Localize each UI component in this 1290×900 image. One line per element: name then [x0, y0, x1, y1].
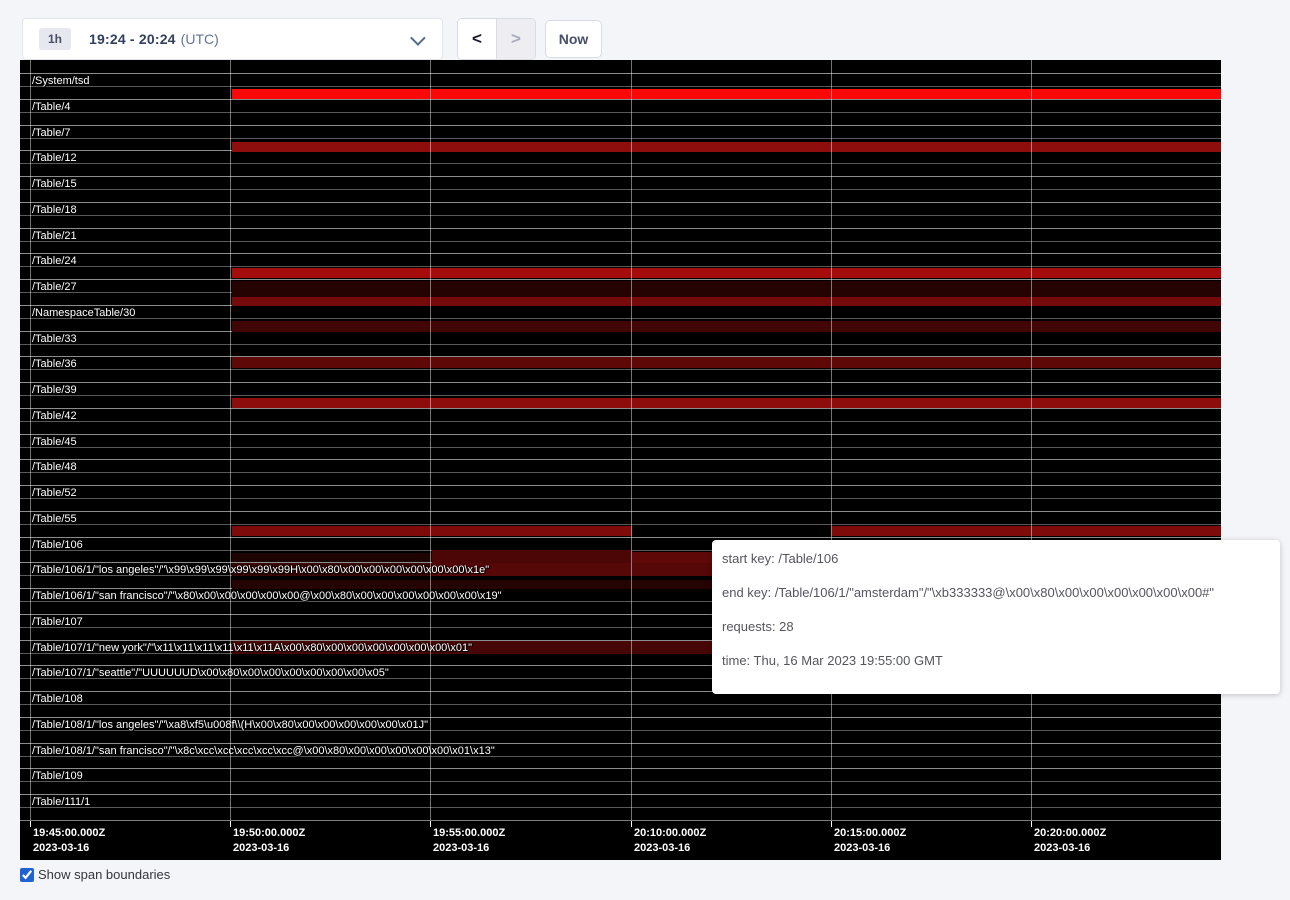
- show-span-boundaries-label: Show span boundaries: [38, 867, 170, 882]
- heatmap-row[interactable]: /Table/55: [20, 511, 1221, 537]
- heatmap-row[interactable]: /Table/15: [20, 176, 1221, 202]
- heatmap-row[interactable]: /Table/27: [20, 279, 1221, 305]
- chevron-right-icon: >: [511, 29, 521, 49]
- range-time-text: 19:24 - 20:24: [89, 31, 176, 47]
- span-key-label: /Table/48: [32, 461, 77, 473]
- span-key-label: /Table/24: [32, 255, 77, 267]
- span-key-label: /Table/45: [32, 436, 77, 448]
- axis-tick-mark: [1031, 821, 1032, 827]
- now-button[interactable]: Now: [545, 20, 602, 58]
- span-key-label: /Table/27: [32, 281, 77, 293]
- heatmap-row[interactable]: /Table/108: [20, 691, 1221, 717]
- heatmap-band[interactable]: [232, 297, 1221, 306]
- heatmap-row[interactable]: /Table/36: [20, 356, 1221, 382]
- span-key-label: /Table/4: [32, 101, 71, 113]
- tooltip-end-key: end key: /Table/106/1/"amsterdam"/"\xb33…: [722, 586, 1270, 600]
- heatmap-row[interactable]: /Table/45: [20, 434, 1221, 460]
- axis-tick-label: 19:55:00.000Z 2023-03-16: [433, 826, 505, 856]
- heatmap-row[interactable]: /Table/48: [20, 459, 1221, 485]
- span-key-label: /Table/107: [32, 616, 83, 628]
- heatmap-row[interactable]: /Table/52: [20, 485, 1221, 511]
- span-key-label: /Table/108/1/"san francisco"/"\x8c\xcc\x…: [32, 745, 495, 757]
- span-key-label: /Table/12: [32, 152, 77, 164]
- show-span-boundaries-control: Show span boundaries: [20, 867, 170, 882]
- range-timezone-text: (UTC): [181, 31, 219, 47]
- heatmap-row[interactable]: /System/tsd: [20, 73, 1221, 99]
- span-key-label: /NamespaceTable/30: [32, 307, 135, 319]
- axis-tick-label: 20:20:00.000Z 2023-03-16: [1034, 826, 1106, 856]
- axis-tick-label: 20:10:00.000Z 2023-03-16: [634, 826, 706, 856]
- heatmap-row[interactable]: /Table/33: [20, 331, 1221, 357]
- heatmap-band[interactable]: [232, 281, 1221, 297]
- heatmap-rows: /System/tsd/Table/4/Table/7/Table/12/Tab…: [20, 60, 1221, 820]
- show-span-boundaries-checkbox[interactable]: [20, 868, 34, 882]
- heatmap-band[interactable]: [232, 321, 1221, 332]
- heatmap-row[interactable]: /Table/109: [20, 768, 1221, 794]
- heatmap-row[interactable]: /Table/108/1/"san francisco"/"\x8c\xcc\x…: [20, 743, 1221, 769]
- heatmap-band[interactable]: [232, 398, 1221, 408]
- axis-tick-mark: [631, 821, 632, 827]
- axis-tick-mark: [230, 821, 231, 827]
- prev-range-button[interactable]: <: [458, 19, 497, 59]
- span-key-label: /Table/39: [32, 384, 77, 396]
- tooltip-time: time: Thu, 16 Mar 2023 19:55:00 GMT: [722, 654, 1270, 668]
- span-key-label: /Table/111/1: [32, 796, 90, 808]
- span-key-label: /Table/52: [32, 487, 77, 499]
- heatmap-row[interactable]: /Table/24: [20, 253, 1221, 279]
- span-key-label: /Table/108/1/"los angeles"/"\xa8\xf5\u00…: [32, 719, 428, 731]
- heatmap-row[interactable]: /Table/4: [20, 99, 1221, 125]
- time-axis: 19:45:00.000Z 2023-03-16 19:50:00.000Z 20…: [20, 820, 1221, 860]
- heatmap-band[interactable]: [232, 142, 1221, 152]
- span-key-label: /Table/42: [32, 410, 77, 422]
- span-key-label: /Table/36: [32, 358, 77, 370]
- time-range-nav: < >: [457, 18, 536, 60]
- span-key-label: /Table/106/1/"san francisco"/"\x80\x00\x…: [32, 590, 502, 602]
- span-key-label: /Table/106: [32, 539, 83, 551]
- span-key-label: /Table/106/1/"los angeles"/"\x99\x99\x99…: [32, 564, 489, 576]
- axis-tick-mark: [831, 821, 832, 827]
- axis-tick-label: 19:45:00.000Z 2023-03-16: [33, 826, 105, 856]
- span-key-label: /Table/109: [32, 770, 83, 782]
- span-key-label: /Table/7: [32, 127, 71, 139]
- span-key-label: /Table/33: [32, 333, 77, 345]
- tooltip-start-key: start key: /Table/106: [722, 552, 1270, 566]
- heatmap-row[interactable]: /Table/7: [20, 125, 1221, 151]
- next-range-button-disabled[interactable]: >: [497, 19, 535, 59]
- span-key-label: /Table/15: [32, 178, 77, 190]
- heatmap-band[interactable]: [232, 526, 632, 536]
- heatmap-band[interactable]: [232, 89, 1221, 99]
- axis-tick-label: 20:15:00.000Z 2023-03-16: [834, 826, 906, 856]
- heatmap-band[interactable]: [232, 268, 1221, 278]
- heatmap-row[interactable]: /Table/42: [20, 408, 1221, 434]
- heatmap-band[interactable]: [432, 550, 632, 564]
- heatmap-row[interactable]: /Table/39: [20, 382, 1221, 408]
- axis-tick-mark: [430, 821, 431, 827]
- chevron-down-icon: [410, 30, 426, 46]
- span-key-label: /Table/55: [32, 513, 77, 525]
- heatmap-row[interactable]: /Table/108/1/"los angeles"/"\xa8\xf5\u00…: [20, 717, 1221, 743]
- axis-tick-label: 19:50:00.000Z 2023-03-16: [233, 826, 305, 856]
- range-duration-badge: 1h: [39, 28, 71, 50]
- heatmap-band[interactable]: [232, 553, 432, 562]
- heatmap-row[interactable]: /NamespaceTable/30: [20, 305, 1221, 331]
- key-visualizer-chart[interactable]: /System/tsd/Table/4/Table/7/Table/12/Tab…: [20, 60, 1221, 860]
- time-range-dropdown[interactable]: 1h 19:24 - 20:24 (UTC): [22, 18, 443, 60]
- span-key-label: /Table/18: [32, 204, 77, 216]
- heatmap-row[interactable]: /Table/111/1: [20, 794, 1221, 820]
- heatmap-row[interactable]: /Table/21: [20, 228, 1221, 254]
- heatmap-tooltip: start key: /Table/106 end key: /Table/10…: [712, 540, 1280, 694]
- heatmap-row[interactable]: /Table/12: [20, 150, 1221, 176]
- span-key-label: /Table/107/1/"seattle"/"UUUUUUD\x00\x80\…: [32, 667, 389, 679]
- span-key-label: /System/tsd: [32, 75, 89, 87]
- heatmap-band[interactable]: [232, 357, 1221, 368]
- heatmap-band[interactable]: [831, 526, 1221, 536]
- chevron-left-icon: <: [472, 29, 482, 49]
- span-key-label: /Table/108: [32, 693, 83, 705]
- heatmap-row[interactable]: /Table/18: [20, 202, 1221, 228]
- tooltip-requests: requests: 28: [722, 620, 1270, 634]
- span-key-label: /Table/21: [32, 230, 77, 242]
- axis-tick-mark: [30, 821, 31, 827]
- span-key-label: /Table/107/1/"new york"/"\x11\x11\x11\x1…: [32, 642, 472, 654]
